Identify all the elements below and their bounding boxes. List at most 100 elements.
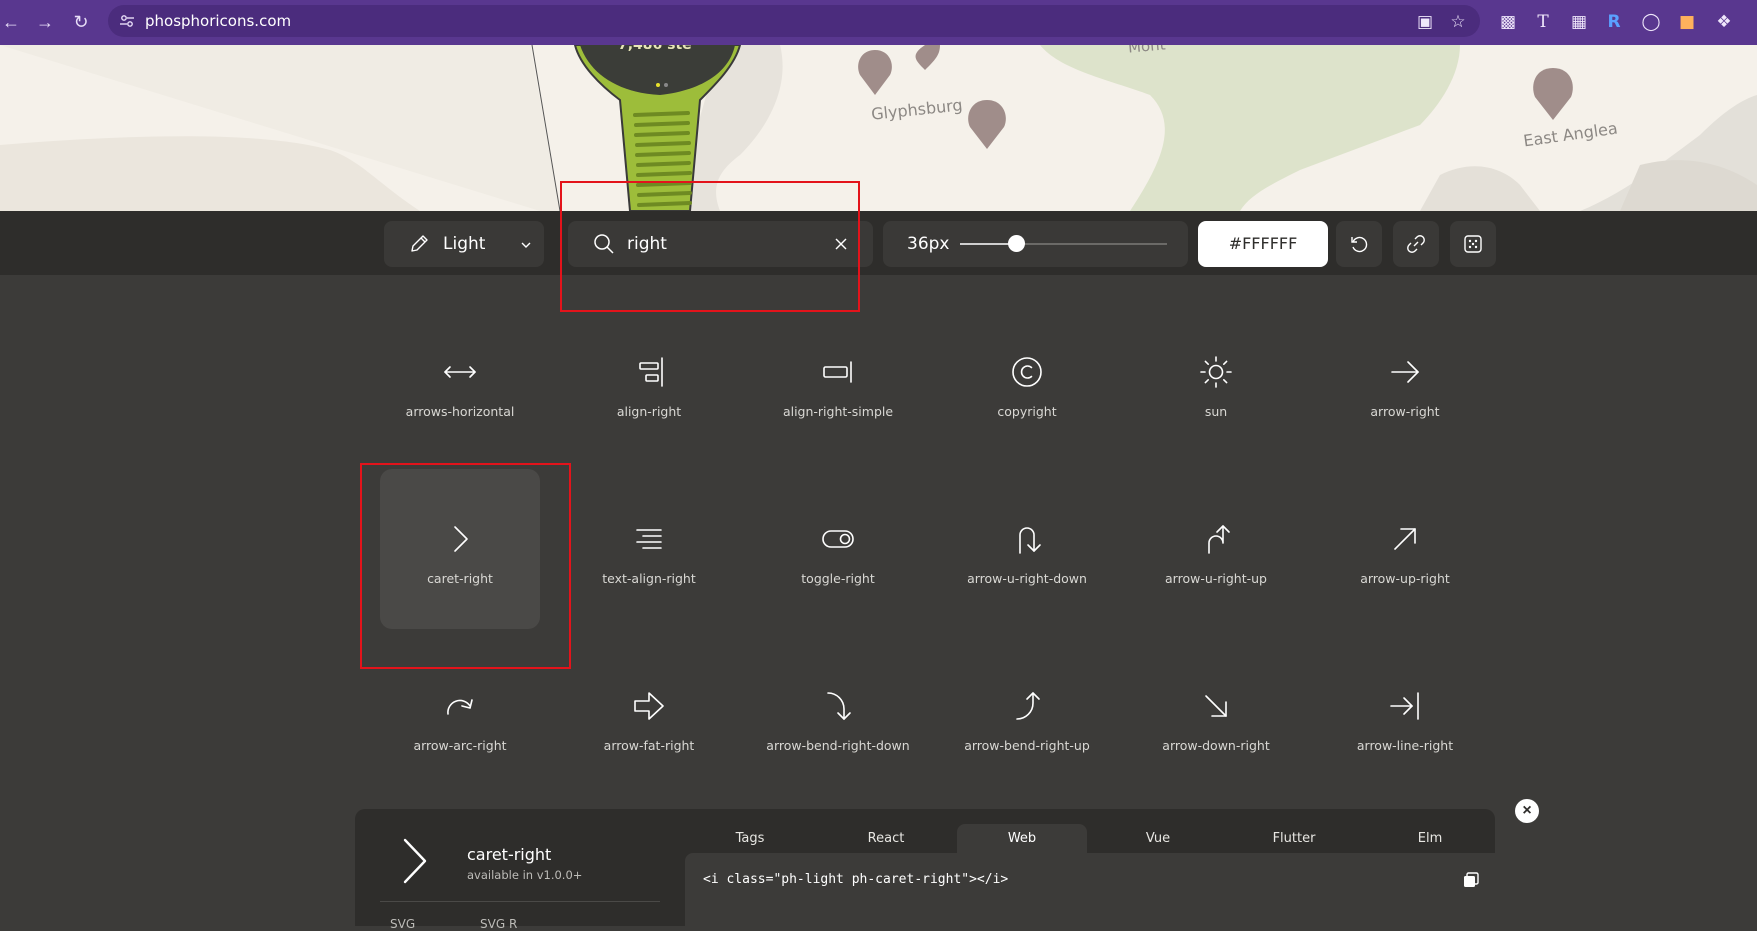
arrow-fat-right-icon (634, 692, 664, 720)
size-label: 36px (907, 234, 950, 254)
site-settings-icon[interactable] (118, 12, 136, 30)
compass-icon[interactable]: ◯ (1640, 11, 1662, 33)
details-icon-name: caret-right (467, 845, 552, 864)
weight-select[interactable]: Light (384, 221, 544, 267)
map-graphic (0, 45, 1757, 211)
tab-flutter[interactable]: Flutter (1229, 824, 1359, 854)
text-extension-icon[interactable]: T (1532, 11, 1554, 33)
icon-card-copyright[interactable]: copyright (947, 302, 1107, 462)
chevron-down-icon (521, 242, 531, 248)
align-right-simple-icon (823, 361, 852, 383)
forward-icon[interactable]: → (34, 11, 56, 33)
icon-card-arrow-up-right[interactable]: arrow-up-right (1325, 469, 1485, 629)
icon-card-arrow-down-right[interactable]: arrow-down-right (1136, 636, 1296, 796)
icon-card-align-right[interactable]: align-right (569, 302, 729, 462)
picture-in-picture-icon[interactable]: ▩ (1497, 11, 1519, 33)
icon-card-align-right-simple[interactable]: align-right-simple (758, 302, 918, 462)
icon-card-label: arrow-bend-right-up (964, 738, 1090, 753)
size-slider-thumb[interactable] (1007, 235, 1025, 252)
icon-card-label: arrow-fat-right (603, 738, 695, 753)
install-icon[interactable]: ▣ (1414, 11, 1436, 33)
tab-web[interactable]: Web (957, 824, 1087, 854)
download-svg-raw-button[interactable]: SVG R (480, 917, 517, 931)
icon-card-arrow-bend-right-down[interactable]: arrow-bend-right-down (758, 636, 918, 796)
arrow-arc-right-icon (447, 699, 473, 715)
icon-card-text-align-right[interactable]: text-align-right (569, 469, 729, 629)
icon-card-label: arrows-horizontal (405, 404, 515, 419)
icon-card-label: arrow-right (1370, 404, 1440, 419)
text-align-right-icon (636, 529, 662, 549)
icon-toolbar: Light right 36px #FFFFFF (0, 211, 1757, 275)
icon-card-label: sun (1204, 404, 1228, 419)
sun-icon (1200, 356, 1232, 388)
icon-card-label: arrow-u-right-down (967, 571, 1087, 586)
icon-card-label: arrow-down-right (1162, 738, 1270, 753)
icon-card-arrow-u-right-down[interactable]: arrow-u-right-down (947, 469, 1107, 629)
puzzle-icon[interactable]: ❖ (1713, 11, 1735, 33)
icon-card-label: text-align-right (602, 571, 696, 586)
r-extension-icon[interactable]: R (1603, 11, 1625, 33)
search-highlight-box (560, 181, 860, 312)
caret-right-preview-icon (403, 838, 427, 884)
icon-card-arrow-right[interactable]: arrow-right (1325, 302, 1485, 462)
icon-card-arrow-fat-right[interactable]: arrow-fat-right (569, 636, 729, 796)
icon-card-label: arrow-line-right (1356, 738, 1454, 753)
details-divider (380, 901, 660, 902)
details-version: available in v1.0.0+ (467, 868, 583, 882)
align-right-icon (639, 357, 663, 387)
orange-extension-icon[interactable]: ■ (1676, 11, 1698, 33)
arrow-bend-right-up-icon (1016, 692, 1040, 720)
pencil-icon (411, 235, 428, 252)
tab-react[interactable]: React (821, 824, 951, 854)
color-input[interactable]: #FFFFFF (1198, 221, 1328, 267)
tab-tags[interactable]: Tags (685, 824, 815, 854)
icon-card-label: align-right-simple (782, 404, 894, 419)
copy-link-button[interactable] (1393, 221, 1439, 267)
icon-card-arrow-u-right-up[interactable]: arrow-u-right-up (1136, 469, 1296, 629)
extension-icon[interactable]: ▦ (1568, 11, 1590, 33)
icon-card-label: arrow-up-right (1360, 571, 1450, 586)
icon-card-label: arrow-bend-right-down (766, 738, 910, 753)
arrow-right-icon (1391, 361, 1419, 383)
icon-card-label: toggle-right (801, 571, 875, 586)
url-text[interactable]: phosphoricons.com (145, 12, 291, 30)
icon-card-label: arrow-arc-right (413, 738, 507, 753)
icon-card-toggle-right[interactable]: toggle-right (758, 469, 918, 629)
arrow-u-right-down-icon (1019, 527, 1041, 554)
tab-vue[interactable]: Vue (1093, 824, 1223, 854)
icon-card-arrow-line-right[interactable]: arrow-line-right (1325, 636, 1485, 796)
copyright-icon (1012, 357, 1042, 387)
arrow-bend-right-down-icon (827, 692, 851, 720)
icon-card-label: arrow-u-right-up (1165, 571, 1267, 586)
close-panel-button[interactable]: × (1515, 799, 1539, 823)
back-icon[interactable]: ← (0, 11, 22, 33)
arrow-up-right-icon (1394, 528, 1416, 550)
random-button[interactable] (1450, 221, 1496, 267)
reset-icon (1351, 236, 1368, 253)
code-area (685, 853, 1495, 926)
download-svg-button[interactable]: SVG (390, 917, 415, 931)
tab-elm[interactable]: Elm (1365, 824, 1495, 854)
arrow-down-right-icon (1205, 695, 1227, 717)
link-icon (1407, 235, 1425, 253)
dice-icon (1464, 235, 1482, 253)
icon-card-arrow-bend-right-up[interactable]: arrow-bend-right-up (947, 636, 1107, 796)
code-snippet[interactable]: <i class="ph-light ph-caret-right"></i> (703, 872, 1008, 887)
star-icon[interactable]: ☆ (1447, 11, 1469, 33)
toggle-right-icon (822, 530, 854, 548)
icon-card-sun[interactable]: sun (1136, 302, 1296, 462)
weight-label: Light (443, 234, 486, 254)
address-bar[interactable] (108, 5, 1480, 37)
arrow-u-right-up-icon (1208, 525, 1230, 554)
watch-steps: 7,486 ste (618, 45, 692, 53)
icon-card-label: align-right (616, 404, 682, 419)
icon-card-arrows-horizontal[interactable]: arrows-horizontal (380, 302, 540, 462)
copy-icon[interactable] (1462, 871, 1480, 889)
reset-button[interactable] (1336, 221, 1382, 267)
map-illustration: 7,486 ste Glyphsburg East Anglea Mont (0, 45, 1757, 211)
selected-icon-highlight-box (360, 463, 571, 669)
browser-toolbar: ← → ↻ phosphoricons.com ▣ ☆ ▩ T ▦ R ◯ ■ … (0, 0, 1757, 45)
arrow-line-right-icon (1390, 692, 1419, 720)
reload-icon[interactable]: ↻ (70, 11, 92, 33)
arrows-horizontal-icon (444, 366, 476, 378)
